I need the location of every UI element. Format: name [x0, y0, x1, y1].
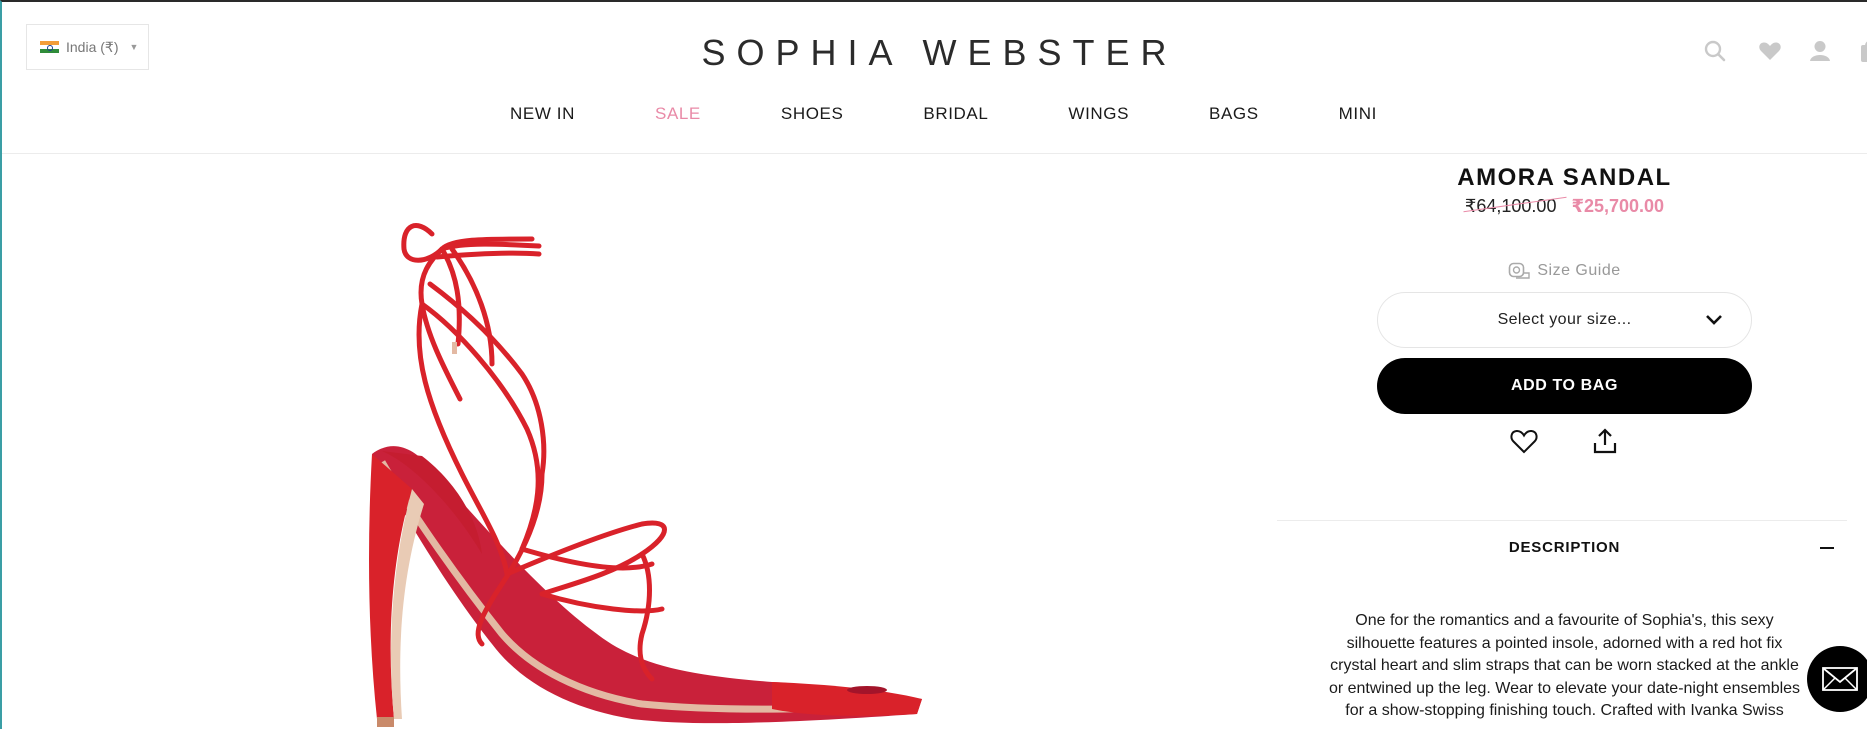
- product-panel: AMORA SANDAL ₹64,100.00 ₹25,700.00 Size …: [1277, 154, 1867, 729]
- chat-button[interactable]: [1807, 646, 1867, 712]
- logo-text: SOPHIA WEBSTER: [701, 32, 1178, 73]
- size-select-value: Select your size...: [1497, 311, 1632, 328]
- original-price: ₹64,100.00: [1464, 196, 1557, 216]
- nav-item-bags[interactable]: BAGS: [1209, 104, 1259, 124]
- description-heading[interactable]: DESCRIPTION: [1377, 539, 1752, 556]
- user-icon[interactable]: [1807, 38, 1833, 64]
- nav-item-wings[interactable]: WINGS: [1068, 104, 1129, 124]
- nav-item-bridal[interactable]: BRIDAL: [923, 104, 988, 124]
- nav-item-shoes[interactable]: SHOES: [781, 104, 844, 124]
- nav-item-new-in[interactable]: NEW IN: [510, 104, 575, 124]
- envelope-icon: [1822, 667, 1858, 691]
- main-nav: NEW IN SALE SHOES BRIDAL WINGS BAGS MINI: [2, 104, 1867, 124]
- site-logo[interactable]: SOPHIA WEBSTER: [2, 32, 1867, 74]
- tape-measure-icon: [1509, 262, 1531, 279]
- size-guide-link[interactable]: Size Guide: [1377, 262, 1752, 280]
- collapse-minus-icon[interactable]: [1820, 547, 1834, 549]
- description-divider: [1277, 520, 1847, 521]
- sale-price: ₹25,700.00: [1571, 196, 1665, 216]
- nav-item-sale[interactable]: SALE: [655, 104, 701, 124]
- nav-item-mini[interactable]: MINI: [1339, 104, 1377, 124]
- product-page: India (₹) ▼ SOPHIA WEBSTER NEW IN SALE S…: [0, 0, 1867, 729]
- size-select[interactable]: Select your size...: [1377, 292, 1752, 348]
- search-icon[interactable]: [1702, 38, 1728, 64]
- product-title: AMORA SANDAL: [1457, 164, 1672, 191]
- size-guide-label: Size Guide: [1537, 262, 1621, 279]
- chevron-down-icon: [1706, 315, 1722, 325]
- price-block: ₹64,100.00 ₹25,700.00: [1377, 196, 1752, 217]
- share-icon[interactable]: [1590, 426, 1620, 456]
- bag-icon[interactable]: [1858, 38, 1867, 64]
- wishlist-heart-icon[interactable]: [1509, 426, 1539, 456]
- heart-icon[interactable]: [1757, 38, 1783, 64]
- description-text: One for the romantics and a favourite of…: [1328, 612, 1801, 719]
- product-actions: [1277, 426, 1867, 460]
- product-image[interactable]: [342, 214, 942, 729]
- add-to-bag-button[interactable]: ADD TO BAG: [1377, 358, 1752, 414]
